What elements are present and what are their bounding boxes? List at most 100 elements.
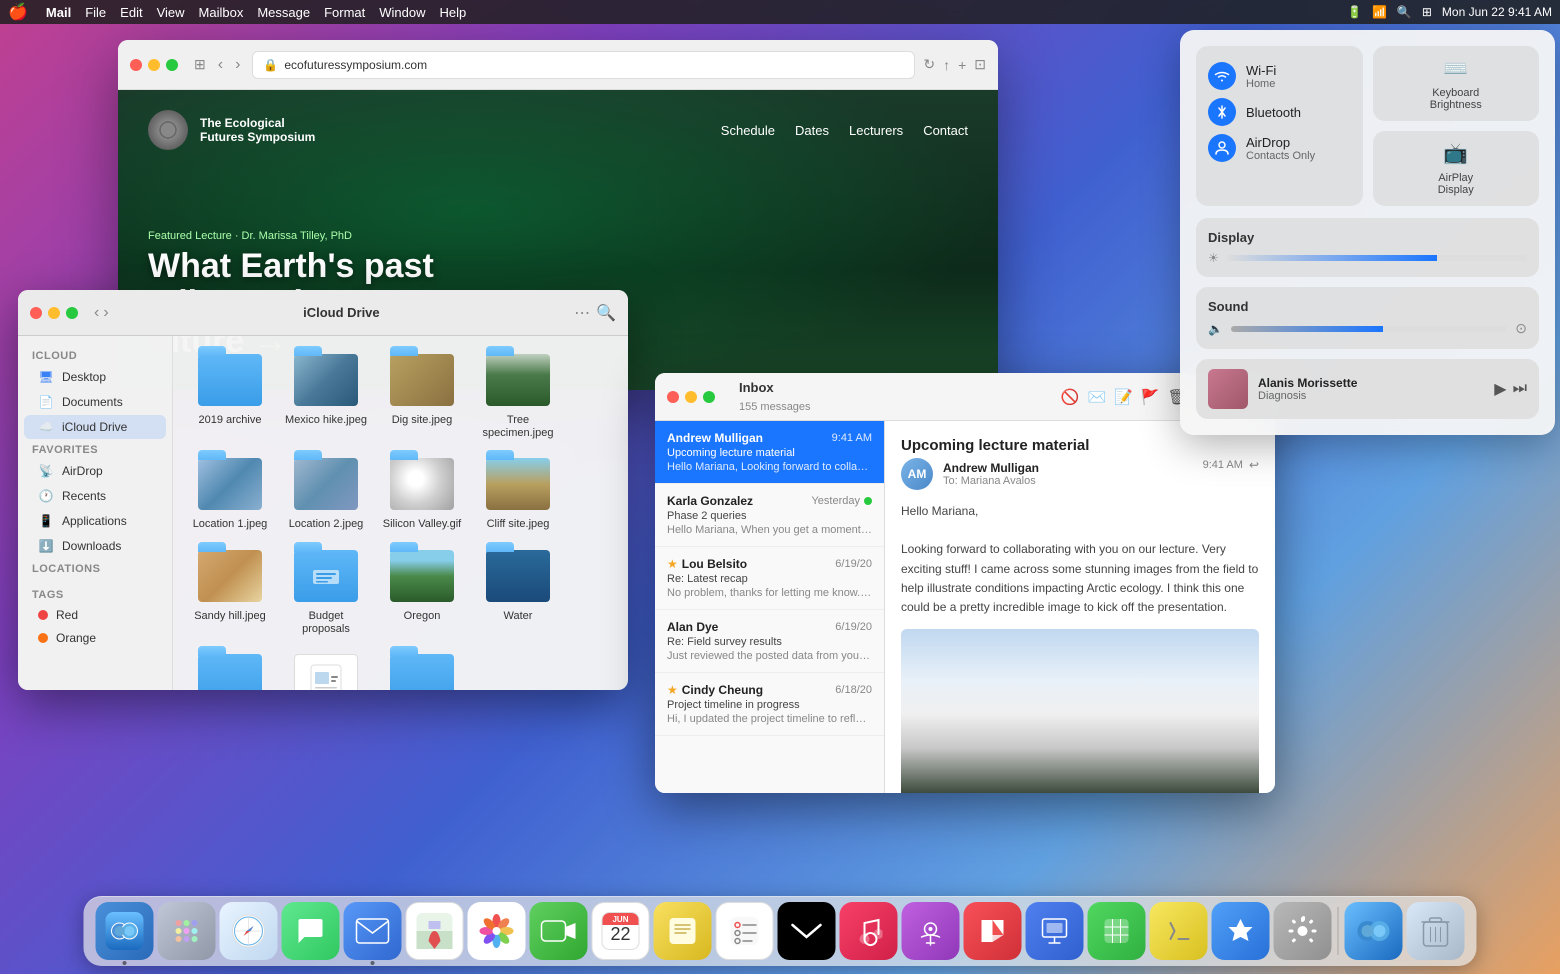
dock-music[interactable] bbox=[840, 902, 898, 960]
dock-calendar[interactable]: JUN 22 bbox=[592, 902, 650, 960]
browser-add-tab-button[interactable]: + bbox=[958, 57, 966, 73]
file-interview[interactable]: Interview bbox=[281, 648, 371, 690]
nav-schedule[interactable]: Schedule bbox=[721, 123, 775, 138]
menubar-help[interactable]: Help bbox=[440, 5, 467, 20]
browser-reload-button[interactable]: ↻ bbox=[923, 56, 935, 73]
mail-reply-button[interactable]: 📝 bbox=[1114, 388, 1133, 406]
dock-system-preferences[interactable] bbox=[1274, 902, 1332, 960]
finder-maximize-button[interactable] bbox=[66, 307, 78, 319]
search-icon[interactable]: 🔍 bbox=[1397, 5, 1412, 19]
file-2019-archive[interactable]: 2019 archive bbox=[185, 348, 275, 446]
file-sandy-hill[interactable]: Sandy hill.jpeg bbox=[185, 544, 275, 642]
dock-podcasts[interactable] bbox=[902, 902, 960, 960]
menubar-message[interactable]: Message bbox=[257, 5, 310, 20]
mail-junk-button[interactable]: 🚫 bbox=[1061, 388, 1080, 406]
finder-back-button[interactable]: ‹ bbox=[94, 304, 99, 322]
finder-more-button[interactable]: ⋯ bbox=[574, 303, 590, 323]
sidebar-tag-orange[interactable]: Orange bbox=[24, 627, 166, 649]
reply-icon[interactable]: ↩ bbox=[1249, 458, 1259, 472]
browser-minimize-button[interactable] bbox=[148, 59, 160, 71]
browser-close-button[interactable] bbox=[130, 59, 142, 71]
browser-maximize-button[interactable] bbox=[166, 59, 178, 71]
browser-forward-button[interactable]: › bbox=[231, 54, 244, 76]
dock-messages[interactable] bbox=[282, 902, 340, 960]
menubar-file[interactable]: File bbox=[85, 5, 106, 20]
dock-script-editor[interactable] bbox=[1150, 902, 1208, 960]
dock-numbers[interactable] bbox=[1088, 902, 1146, 960]
nav-contact[interactable]: Contact bbox=[923, 123, 968, 138]
sidebar-tag-red[interactable]: Red bbox=[24, 604, 166, 626]
cc-bluetooth-row[interactable]: Bluetooth bbox=[1208, 94, 1351, 130]
sidebar-item-icloud-drive[interactable]: ☁️ iCloud Drive bbox=[24, 415, 166, 439]
dock-reminders[interactable] bbox=[716, 902, 774, 960]
mail-maximize-button[interactable] bbox=[703, 391, 715, 403]
file-mexico-hike[interactable]: Mexico hike.jpeg bbox=[281, 348, 371, 446]
browser-tabs-button[interactable]: ⊡ bbox=[974, 56, 986, 73]
sidebar-item-documents[interactable]: 📄 Documents bbox=[24, 390, 166, 414]
dock-finder2[interactable] bbox=[1345, 902, 1403, 960]
menubar-view[interactable]: View bbox=[157, 5, 185, 20]
file-budget-proposals[interactable]: Budget proposals bbox=[281, 544, 371, 642]
file-location2[interactable]: Location 2.jpeg bbox=[281, 452, 371, 537]
cc-keyboard-card[interactable]: ⌨️ Keyboard Brightness bbox=[1373, 46, 1540, 121]
menubar-format[interactable]: Format bbox=[324, 5, 365, 20]
play-button[interactable]: ▶ bbox=[1494, 379, 1506, 399]
sound-volume-slider[interactable] bbox=[1231, 326, 1507, 332]
nav-dates[interactable]: Dates bbox=[795, 123, 829, 138]
menubar-app[interactable]: Mail bbox=[46, 5, 71, 20]
apple-menu[interactable]: 🍎 bbox=[8, 2, 28, 22]
dock-news[interactable] bbox=[964, 902, 1022, 960]
cc-airdrop-row[interactable]: AirDrop Contacts Only bbox=[1208, 130, 1351, 166]
browser-back-button[interactable]: ‹ bbox=[214, 54, 227, 76]
browser-sidebar-toggle[interactable]: ⊞ bbox=[194, 56, 206, 73]
dock-safari[interactable] bbox=[220, 902, 278, 960]
sound-options-button[interactable]: ⊙ bbox=[1515, 320, 1527, 337]
finder-forward-button[interactable]: › bbox=[103, 304, 108, 322]
dock-finder[interactable] bbox=[96, 902, 154, 960]
dock-maps[interactable] bbox=[406, 902, 464, 960]
menubar-window[interactable]: Window bbox=[379, 5, 425, 20]
cc-airplay-card[interactable]: 📺 AirPlay Display bbox=[1373, 131, 1540, 206]
dock-appletv[interactable] bbox=[778, 902, 836, 960]
dock-mail[interactable] bbox=[344, 902, 402, 960]
file-tree-specimen[interactable]: Tree specimen.jpeg bbox=[473, 348, 563, 446]
address-bar[interactable]: 🔒 ecofuturessymposium.com bbox=[252, 51, 915, 79]
mail-item-karla[interactable]: Karla Gonzalez Yesterday Phase 2 queries… bbox=[655, 484, 884, 547]
mail-close-button[interactable] bbox=[667, 391, 679, 403]
file-cliff-site[interactable]: Cliff site.jpeg bbox=[473, 452, 563, 537]
mail-item-alan[interactable]: Alan Dye 6/19/20 Re: Field survey result… bbox=[655, 610, 884, 673]
menubar-edit[interactable]: Edit bbox=[120, 5, 142, 20]
dock-launchpad[interactable] bbox=[158, 902, 216, 960]
sidebar-item-airdrop[interactable]: 📡 AirDrop bbox=[24, 459, 166, 483]
file-water[interactable]: Water bbox=[473, 544, 563, 642]
mail-compose-button[interactable]: ✉️ bbox=[1088, 388, 1107, 406]
sidebar-item-desktop[interactable]: 🖥 Desktop bbox=[24, 365, 166, 389]
mail-item-cindy[interactable]: ★ Cindy Cheung 6/18/20 Project timeline … bbox=[655, 673, 884, 736]
finder-close-button[interactable] bbox=[30, 307, 42, 319]
sidebar-item-applications[interactable]: 📱 Applications bbox=[24, 509, 166, 533]
display-brightness-slider[interactable] bbox=[1227, 255, 1527, 261]
dock-appstore[interactable] bbox=[1212, 902, 1270, 960]
browser-share-button[interactable]: ↑ bbox=[943, 57, 950, 73]
dock-facetime[interactable] bbox=[530, 902, 588, 960]
file-silicon-valley[interactable]: Silicon Valley.gif bbox=[377, 452, 467, 537]
skip-button[interactable]: ⏭ bbox=[1513, 380, 1527, 398]
file-oregon[interactable]: Oregon bbox=[377, 544, 467, 642]
file-dig-site[interactable]: Dig site.jpeg bbox=[377, 348, 467, 446]
dock-trash[interactable] bbox=[1407, 902, 1465, 960]
mail-minimize-button[interactable] bbox=[685, 391, 697, 403]
file-thesis-project[interactable]: Thesis project bbox=[377, 648, 467, 690]
mail-item-lou[interactable]: ★ Lou Belsito 6/19/20 Re: Latest recap N… bbox=[655, 547, 884, 610]
finder-search-button[interactable]: 🔍 bbox=[596, 303, 616, 323]
finder-minimize-button[interactable] bbox=[48, 307, 60, 319]
sidebar-item-recents[interactable]: 🕐 Recents bbox=[24, 484, 166, 508]
dock-notes[interactable] bbox=[654, 902, 712, 960]
mail-item-andrew[interactable]: Andrew Mulligan 9:41 AM Upcoming lecture… bbox=[655, 421, 884, 484]
sidebar-item-downloads[interactable]: ⬇️ Downloads bbox=[24, 534, 166, 558]
file-intern[interactable]: Intern bbox=[185, 648, 275, 690]
dock-photos[interactable] bbox=[468, 902, 526, 960]
nav-lecturers[interactable]: Lecturers bbox=[849, 123, 903, 138]
mail-flag-button[interactable]: 🚩 bbox=[1141, 388, 1160, 406]
control-center-icon[interactable]: ⊞ bbox=[1422, 5, 1432, 19]
dock-keynote[interactable] bbox=[1026, 902, 1084, 960]
